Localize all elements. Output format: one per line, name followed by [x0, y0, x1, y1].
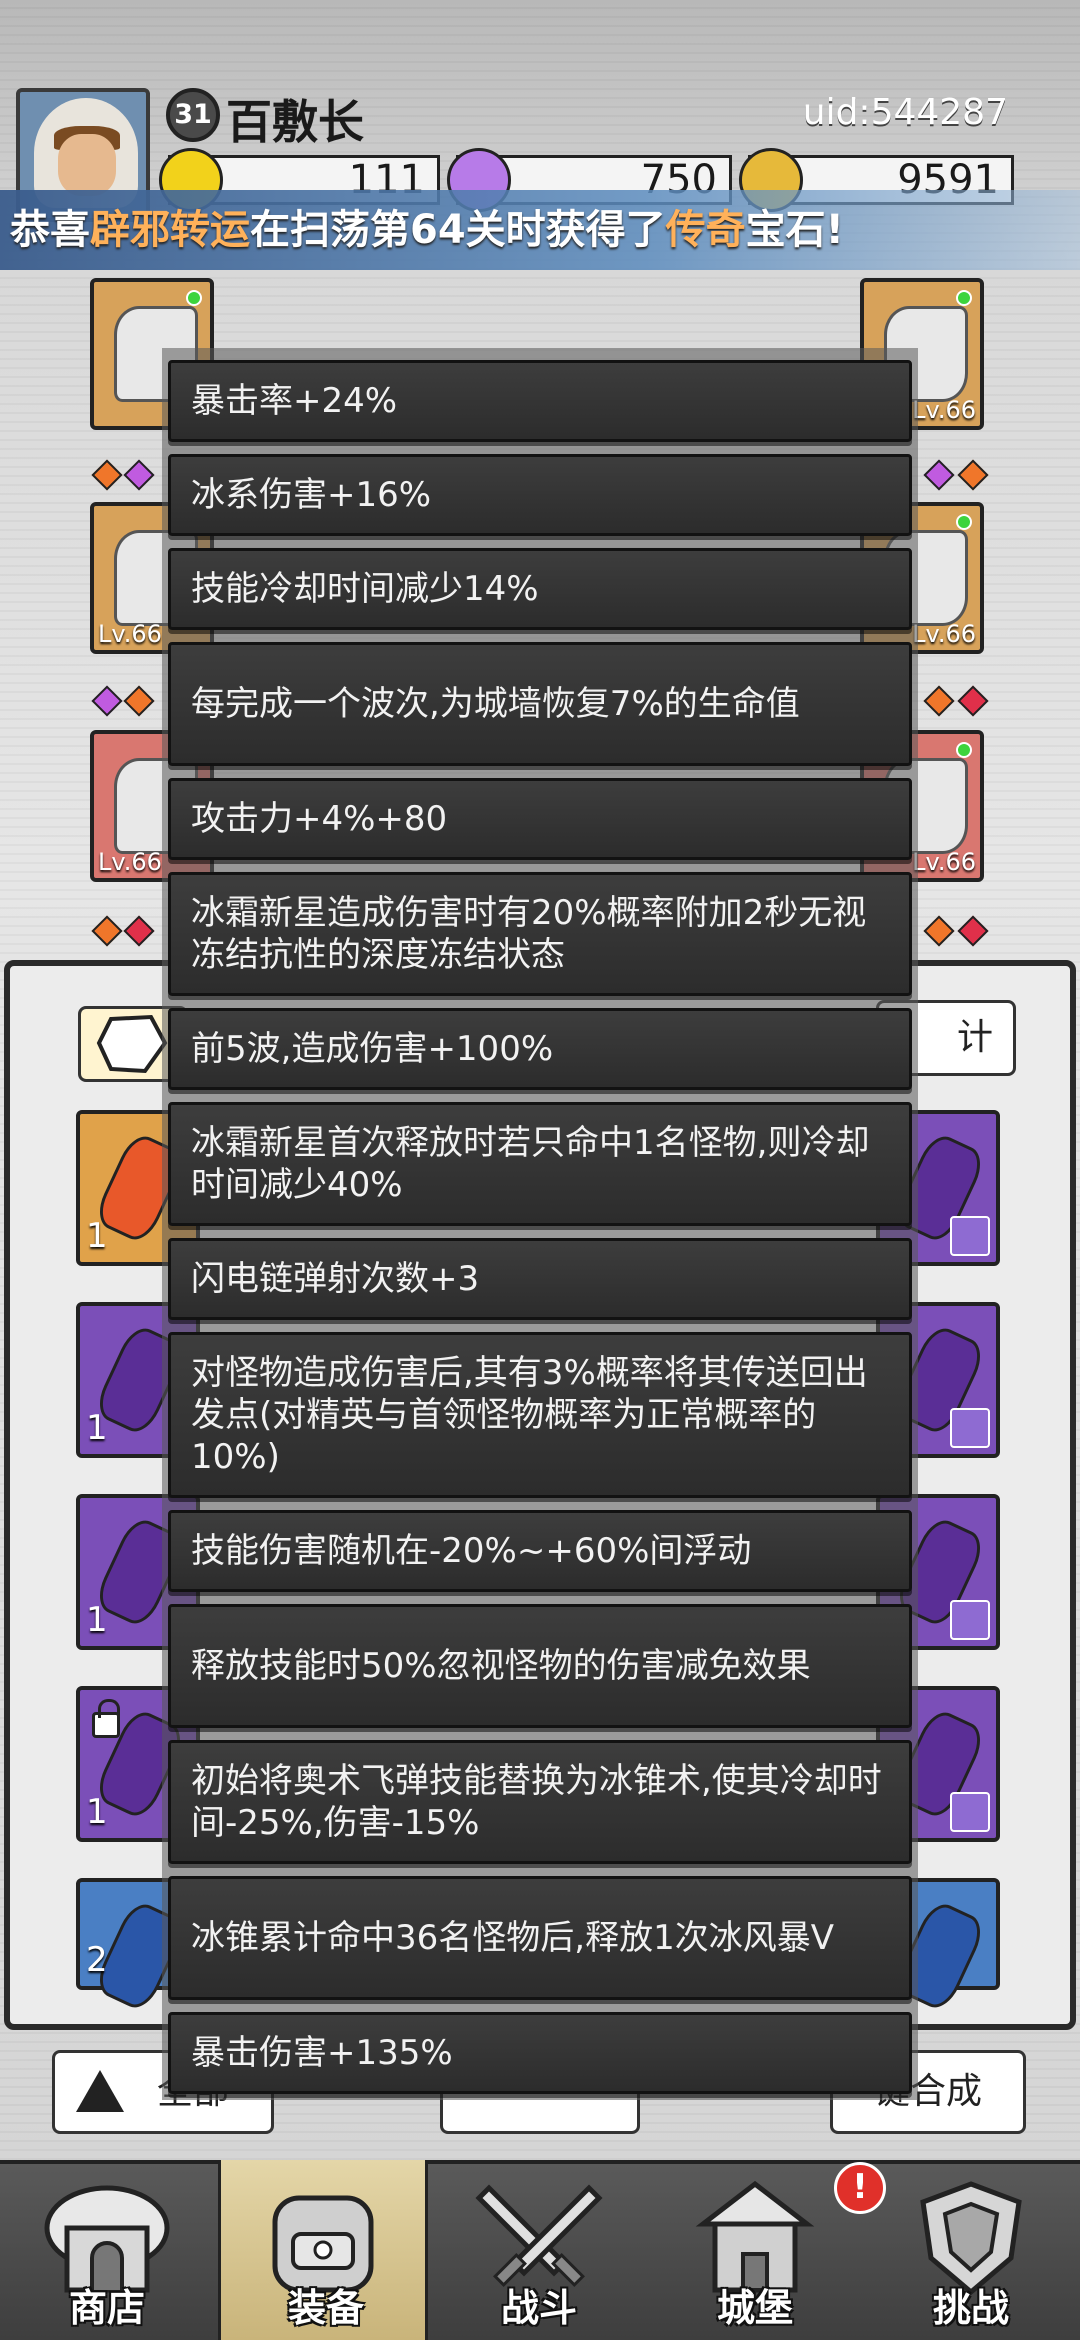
attribute-line: 闪电链弹射次数+3 [168, 1238, 912, 1320]
banner-player-name: 辟邪转运 [90, 207, 250, 253]
attribute-line: 前5波,造成伤害+100% [168, 1008, 912, 1090]
nav-equipment-label: 装备 [287, 2286, 364, 2330]
gem-quantity: 1 [86, 1792, 108, 1832]
attribute-line: 每完成一个波次,为城墙恢复7%的生命值 [168, 642, 912, 766]
gem-quantity: 2 [86, 1940, 108, 1980]
nav-challenge-label: 挑战 [932, 2286, 1009, 2330]
slot-level: Lv.66 [912, 620, 976, 648]
lock-icon [92, 1699, 120, 1738]
upgrade-dot-icon [956, 514, 972, 530]
slot-level: Lv.66 [98, 620, 162, 648]
announcement-banner: 恭喜辟邪转运在扫荡第64关时获得了传奇宝石! [0, 190, 1080, 270]
gem-quantity: 1 [86, 1216, 108, 1256]
gem-quantity: 1 [86, 1600, 108, 1640]
banner-middle-text: 在扫荡第64关时获得了 [250, 207, 666, 253]
sort-up-icon [76, 2070, 124, 2112]
player-title: 百敷长 [226, 95, 364, 149]
upgrade-dot-icon [956, 290, 972, 306]
nav-shop-label: 商店 [68, 2286, 145, 2330]
attribute-line: 技能伤害随机在-20%~+60%间浮动 [168, 1510, 912, 1592]
slot-level: Lv.66 [912, 396, 976, 424]
nav-equipment[interactable]: 装备 [218, 2160, 428, 2340]
gem-type-icon [950, 1408, 990, 1448]
slot-level: Lv.66 [98, 848, 162, 876]
attribute-line: 技能冷却时间减少14% [168, 548, 912, 630]
attribute-line: 释放技能时50%忽视怪物的伤害减免效果 [168, 1604, 912, 1728]
nav-challenge[interactable]: 挑战 [866, 2160, 1076, 2340]
player-level-badge: 31 [166, 88, 220, 142]
nav-castle-label: 城堡 [716, 2286, 793, 2330]
banner-suffix: 宝石! [745, 207, 844, 253]
attribute-line: 初始将奥术飞弹技能替换为冰锥术,使其冷却时间-25%,伤害-15% [168, 1740, 912, 1864]
banner-item-rarity: 传奇 [665, 207, 746, 253]
attribute-line: 对怪物造成伤害后,其有3%概率将其传送回出发点(对精英与首领怪物概率为正常概率的… [168, 1332, 912, 1498]
gem-type-icon [950, 1600, 990, 1640]
banner-prefix: 恭喜 [10, 207, 90, 253]
attribute-line: 冰系伤害+16% [168, 454, 912, 536]
gem-type-icon [950, 1792, 990, 1832]
nav-castle[interactable]: 城堡 [650, 2160, 860, 2340]
nav-shop[interactable]: 商店 [2, 2160, 212, 2340]
slot-level: Lv.66 [912, 848, 976, 876]
attribute-line: 暴击率+24% [168, 360, 912, 442]
upgrade-dot-icon [186, 290, 202, 306]
attribute-line: 冰锥累计命中36名怪物后,释放1次冰风暴V [168, 1876, 912, 2000]
attribute-line: 暴击伤害+135% [168, 2012, 912, 2094]
attribute-line: 攻击力+4%+80 [168, 778, 912, 860]
gem-type-icon [950, 1216, 990, 1256]
attribute-line: 冰霜新星首次释放时若只命中1名怪物,则冷却时间减少40% [168, 1102, 912, 1226]
attribute-line: 冰霜新星造成伤害时有20%概率附加2秒无视冻结抗性的深度冻结状态 [168, 872, 912, 996]
nav-battle-label: 战斗 [500, 2286, 577, 2330]
upgrade-dot-icon [956, 742, 972, 758]
player-uid: uid:544287 [802, 92, 1008, 133]
nav-battle[interactable]: 战斗 [434, 2160, 644, 2340]
gem-quantity: 1 [86, 1408, 108, 1448]
